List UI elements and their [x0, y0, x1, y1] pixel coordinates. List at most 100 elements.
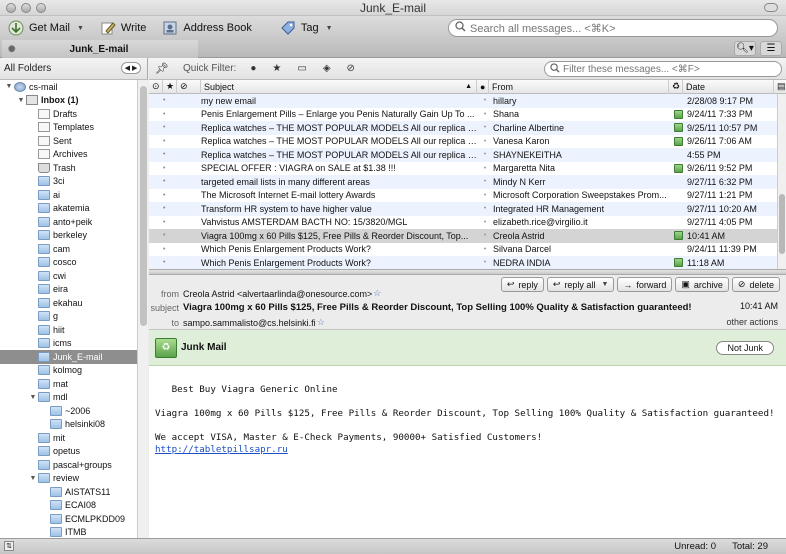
reply-all-dropdown-icon[interactable]: ▼ [601, 281, 608, 288]
read-status-icon[interactable]: • [479, 165, 491, 172]
message-list-scroll-thumb[interactable] [779, 194, 785, 254]
read-status-icon[interactable]: • [479, 259, 491, 266]
folder-item[interactable]: Junk_E-mail [0, 350, 147, 364]
folder-item[interactable]: ▼ mdl [0, 391, 147, 405]
read-status-icon[interactable]: • [479, 219, 491, 226]
folder-item[interactable]: Sent [0, 134, 147, 148]
tag-dropdown-icon[interactable]: ▼ [326, 25, 333, 32]
get-mail-button[interactable]: Get Mail ▼ [0, 17, 92, 39]
close-window-button[interactable] [6, 3, 16, 13]
message-list-scrollbar[interactable] [777, 94, 786, 269]
attachment-column-icon[interactable]: ⊘ [177, 80, 201, 94]
message-row[interactable]: • The Microsoft Internet E-mail lottery A… [149, 189, 786, 203]
folder-item[interactable]: ekahau [0, 296, 147, 310]
window-controls[interactable] [6, 3, 46, 13]
from-column-header[interactable]: From [489, 80, 669, 94]
message-row[interactable]: • Replica watches – THE MOST POPULAR MODE… [149, 121, 786, 135]
tab-junk-email[interactable]: ✺ Junk_E-mail [2, 40, 198, 58]
message-row[interactable]: • Vahvistus AMSTERDAM BACTH NO: 15/3820/M… [149, 216, 786, 230]
folder-pane-scroll-thumb[interactable] [140, 86, 147, 326]
read-status-icon[interactable]: • [479, 138, 491, 145]
get-mail-dropdown-icon[interactable]: ▼ [77, 25, 84, 32]
read-status-icon[interactable]: • [479, 232, 491, 239]
other-actions-button[interactable]: other actions [726, 317, 778, 327]
folder-item[interactable]: berkeley [0, 229, 147, 243]
address-book-button[interactable]: Address Book [154, 17, 259, 39]
folder-pane-scrollbar[interactable] [137, 80, 148, 538]
folder-item[interactable]: kolmog [0, 364, 147, 378]
read-status-icon[interactable]: • [479, 178, 491, 185]
folder-item[interactable]: cam [0, 242, 147, 256]
starred-filter-icon[interactable]: ★ [272, 63, 281, 74]
read-status-icon[interactable]: • [479, 97, 491, 104]
zoom-window-button[interactable] [36, 3, 46, 13]
search-all-messages-input[interactable]: Search all messages... <⌘K> [448, 19, 778, 37]
folder-item[interactable]: ▼ Inbox (1) [0, 94, 147, 108]
folder-item[interactable]: Archives [0, 148, 147, 162]
read-status-icon[interactable]: • [479, 151, 491, 158]
junk-status-cell[interactable] [671, 123, 685, 133]
minimize-window-button[interactable] [21, 3, 31, 13]
folder-item[interactable]: opetus [0, 445, 147, 459]
expand-twisty-icon[interactable]: ▼ [28, 394, 38, 401]
folder-item[interactable]: ▼ review [0, 472, 147, 486]
read-column-icon[interactable]: ● [477, 80, 489, 94]
add-contact-star-icon[interactable]: ☆ [373, 288, 381, 299]
read-status-icon[interactable]: • [479, 124, 491, 131]
folder-item[interactable]: Drafts [0, 107, 147, 121]
folder-item[interactable]: mat [0, 377, 147, 391]
read-status-icon[interactable]: • [479, 111, 491, 118]
tag-filter-icon[interactable]: ◈ [323, 63, 331, 74]
body-link[interactable]: http://tabletpillsapr.ru [155, 444, 780, 456]
junk-status-cell[interactable] [671, 136, 685, 146]
expand-twisty-icon[interactable]: ▼ [4, 83, 14, 90]
message-row[interactable]: • SPECIAL OFFER : VIAGRA on SALE at $1.38… [149, 162, 786, 176]
star-column-icon[interactable]: ★ [163, 80, 177, 94]
thread-column-icon[interactable]: ⊙ [149, 80, 163, 94]
column-picker-icon[interactable]: ▤ [774, 80, 786, 94]
reply-button[interactable]: ↩ reply [500, 277, 544, 292]
reply-all-button[interactable]: ↩ reply all ▼ [546, 277, 615, 292]
junk-status-cell[interactable] [671, 109, 685, 119]
junk-status-cell[interactable] [671, 231, 685, 241]
message-row[interactable]: • Which Penis Enlargement Products Work? •… [149, 256, 786, 269]
message-row[interactable]: • Replica watches – THE MOST POPULAR MODE… [149, 148, 786, 162]
folder-item[interactable]: mit [0, 431, 147, 445]
delete-button[interactable]: ⊘ delete [731, 277, 780, 292]
offline-status-icon[interactable]: ⇅ [4, 541, 14, 551]
folder-item[interactable]: eira [0, 283, 147, 297]
filter-messages-input[interactable]: Filter these messages... <⌘F> [544, 61, 782, 77]
folder-item[interactable]: ~2006 [0, 404, 147, 418]
junk-status-cell[interactable] [671, 258, 685, 268]
folder-item[interactable]: AISTATS11 [0, 485, 147, 499]
folder-item[interactable]: ECMLPKDD09 [0, 512, 147, 526]
message-row[interactable]: • Penis Enlargement Pills – Enlarge you P… [149, 108, 786, 122]
date-column-header[interactable]: Date [683, 80, 774, 94]
expand-twisty-icon[interactable]: ▼ [16, 97, 26, 104]
folder-item[interactable]: icms [0, 337, 147, 351]
search-options-icon[interactable]: 🔍︎▾ [734, 41, 756, 56]
folder-item[interactable]: Trash [0, 161, 147, 175]
folder-item[interactable]: 3ci [0, 175, 147, 189]
message-row[interactable]: • Which Penis Enlargement Products Work? •… [149, 243, 786, 257]
tag-button[interactable]: Tag ▼ [272, 17, 341, 39]
junk-status-cell[interactable] [671, 163, 685, 173]
message-row[interactable]: • my new email • hillary 2/28/08 9:17 PM [149, 94, 786, 108]
message-row[interactable]: • targeted email lists in many different … [149, 175, 786, 189]
from-value[interactable]: Creola Astrid <alvertaarlinda@onesource.… [183, 289, 372, 299]
folder-item[interactable]: ai [0, 188, 147, 202]
message-row[interactable]: • Viagra 100mg x 60 Pills $125, Free Pill… [149, 229, 786, 243]
pin-icon[interactable]: 📌︎ [155, 62, 169, 75]
recipient-star-icon[interactable]: ☆ [317, 317, 325, 328]
folder-item[interactable]: ITMB [0, 526, 147, 539]
archive-button[interactable]: ▣ archive [675, 277, 729, 292]
toolbar-toggle-button[interactable] [764, 3, 778, 12]
subject-column-header[interactable]: Subject ▲ [201, 80, 477, 94]
forward-button[interactable]: → forward [617, 277, 673, 292]
junk-column-icon[interactable]: ♻︎ [669, 80, 683, 94]
folder-item[interactable]: hiit [0, 323, 147, 337]
folder-item[interactable]: anto+peik [0, 215, 147, 229]
folder-item[interactable]: cwi [0, 269, 147, 283]
to-value[interactable]: sampo.sammalisto@cs.helsinki.fi [183, 318, 316, 328]
read-status-icon[interactable]: • [479, 192, 491, 199]
